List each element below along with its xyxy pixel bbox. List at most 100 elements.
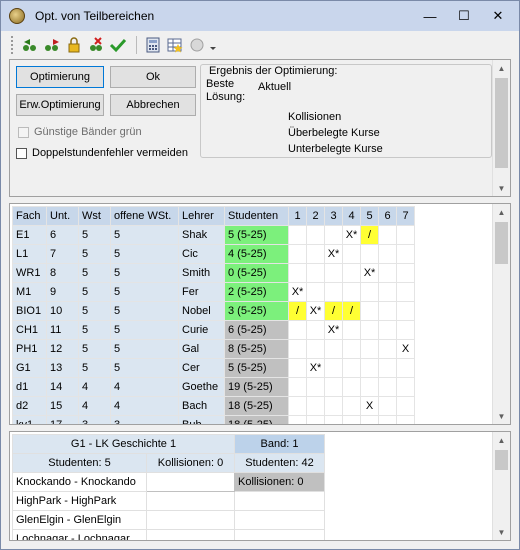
wst-cell[interactable]: 4 (78, 377, 111, 397)
student-name[interactable]: Lochnagar - Lochnagar (12, 529, 147, 540)
scroll-down-arrow-icon[interactable]: ▼ (493, 408, 510, 424)
slot-cell-3[interactable] (324, 415, 343, 424)
close-button[interactable]: ✕ (481, 1, 515, 31)
lehrer-cell[interactable]: Bach (178, 396, 225, 416)
slot-cell-3[interactable] (324, 377, 343, 397)
minimize-button[interactable]: — (413, 1, 447, 31)
slot-cell-5[interactable] (360, 358, 379, 378)
offen-cell[interactable]: 5 (110, 301, 179, 321)
slot-cell-3[interactable] (324, 358, 343, 378)
slot-cell-7[interactable] (396, 263, 415, 283)
unt-cell[interactable]: 7 (46, 244, 79, 264)
student-cell[interactable] (146, 510, 235, 530)
slot-cell-3[interactable] (324, 339, 343, 359)
slot-cell-7[interactable] (396, 396, 415, 416)
fach-cell[interactable]: CH1 (12, 320, 47, 340)
wst-cell[interactable]: 5 (78, 282, 111, 302)
slot-cell-3[interactable]: X* (324, 320, 343, 340)
header-unt[interactable]: Unt. (46, 206, 79, 226)
unt-cell[interactable]: 14 (46, 377, 79, 397)
slot-cell-3[interactable]: X* (324, 244, 343, 264)
studenten-cell[interactable]: 2 (5-25) (224, 282, 289, 302)
slot-cell-7[interactable] (396, 320, 415, 340)
grid-row[interactable]: PH1 12 5 5 Gal 8 (5-25) X (12, 339, 415, 359)
offen-cell[interactable]: 5 (110, 358, 179, 378)
studenten-cell[interactable]: 18 (5-25) (224, 415, 289, 424)
offen-cell[interactable]: 5 (110, 339, 179, 359)
slot-cell-5[interactable] (360, 244, 379, 264)
scroll-down-arrow-icon[interactable]: ▼ (493, 180, 510, 196)
wst-cell[interactable]: 3 (78, 415, 111, 424)
student-name[interactable]: Knockando - Knockando (12, 472, 147, 492)
cancel-button[interactable]: Abbrechen (110, 94, 196, 116)
lehrer-cell[interactable]: Cer (178, 358, 225, 378)
studenten-cell[interactable]: 5 (5-25) (224, 358, 289, 378)
slot-cell-6[interactable] (378, 377, 397, 397)
slot-cell-1[interactable]: / (288, 301, 307, 321)
slot-cell-7[interactable] (396, 244, 415, 264)
unt-cell[interactable]: 12 (46, 339, 79, 359)
header-slot-3[interactable]: 3 (324, 206, 343, 226)
slot-cell-7[interactable] (396, 282, 415, 302)
grid-row[interactable]: E1 6 5 5 Shak 5 (5-25) X* / (12, 225, 415, 245)
slot-cell-6[interactable] (378, 301, 397, 321)
grid-row[interactable]: M1 9 5 5 Fer 2 (5-25) X* (12, 282, 415, 302)
fach-cell[interactable]: M1 (12, 282, 47, 302)
scroll-up-arrow-icon[interactable]: ▲ (493, 432, 510, 448)
fach-cell[interactable]: PH1 (12, 339, 47, 359)
lehrer-cell[interactable]: Shak (178, 225, 225, 245)
slot-cell-2[interactable] (306, 282, 325, 302)
slot-cell-7[interactable] (396, 415, 415, 424)
wst-cell[interactable]: 5 (78, 244, 111, 264)
student-cell[interactable] (234, 491, 325, 511)
studenten-cell[interactable]: 4 (5-25) (224, 244, 289, 264)
student-row[interactable]: Knockando - Knockando Kollisionen: 0 (12, 472, 325, 492)
student-cell[interactable] (234, 510, 325, 530)
grid-row[interactable]: BIO1 10 5 5 Nobel 3 (5-25) / X* / / (12, 301, 415, 321)
slot-cell-5[interactable] (360, 301, 379, 321)
grid-row[interactable]: WR1 8 5 5 Smith 0 (5-25) X* (12, 263, 415, 283)
fach-cell[interactable]: d2 (12, 396, 47, 416)
slot-cell-1[interactable] (288, 320, 307, 340)
slot-cell-4[interactable] (342, 415, 361, 424)
fach-cell[interactable]: L1 (12, 244, 47, 264)
slot-cell-2[interactable] (306, 263, 325, 283)
student-name[interactable]: HighPark - HighPark (12, 491, 147, 511)
grid-row[interactable]: d2 15 4 4 Bach 18 (5-25) X (12, 396, 415, 416)
fach-cell[interactable]: BIO1 (12, 301, 47, 321)
slot-cell-5[interactable] (360, 339, 379, 359)
slot-cell-3[interactable] (324, 282, 343, 302)
star-table-icon[interactable] (165, 35, 185, 55)
slot-cell-1[interactable]: X* (288, 282, 307, 302)
wst-cell[interactable]: 5 (78, 301, 111, 321)
lehrer-cell[interactable]: Bub (178, 415, 225, 424)
fach-cell[interactable]: WR1 (12, 263, 47, 283)
ok-button[interactable]: Ok (110, 66, 196, 88)
student-row[interactable]: Lochnagar - Lochnagar (12, 529, 325, 540)
slot-cell-6[interactable] (378, 263, 397, 283)
studenten-cell[interactable]: 6 (5-25) (224, 320, 289, 340)
grid-scrollbar[interactable]: ▲ ▼ (492, 204, 510, 424)
slot-cell-1[interactable] (288, 396, 307, 416)
lehrer-cell[interactable]: Goethe (178, 377, 225, 397)
slot-cell-2[interactable] (306, 244, 325, 264)
slot-cell-5[interactable] (360, 377, 379, 397)
lock-icon[interactable] (64, 35, 84, 55)
fach-cell[interactable]: E1 (12, 225, 47, 245)
header-lehrer[interactable]: Lehrer (178, 206, 225, 226)
slot-cell-6[interactable] (378, 396, 397, 416)
header-wst[interactable]: Wst (78, 206, 111, 226)
studenten-cell[interactable]: 8 (5-25) (224, 339, 289, 359)
fach-cell[interactable]: G1 (12, 358, 47, 378)
studenten-cell[interactable]: 19 (5-25) (224, 377, 289, 397)
options-scrollbar[interactable]: ▲ ▼ (492, 60, 510, 196)
slot-cell-1[interactable] (288, 377, 307, 397)
slot-cell-7[interactable] (396, 301, 415, 321)
header-slot-6[interactable]: 6 (378, 206, 397, 226)
slot-cell-5[interactable]: X* (360, 263, 379, 283)
slot-cell-3[interactable] (324, 263, 343, 283)
unt-cell[interactable]: 8 (46, 263, 79, 283)
slot-cell-4[interactable] (342, 282, 361, 302)
slot-cell-6[interactable] (378, 358, 397, 378)
slot-cell-2[interactable] (306, 339, 325, 359)
